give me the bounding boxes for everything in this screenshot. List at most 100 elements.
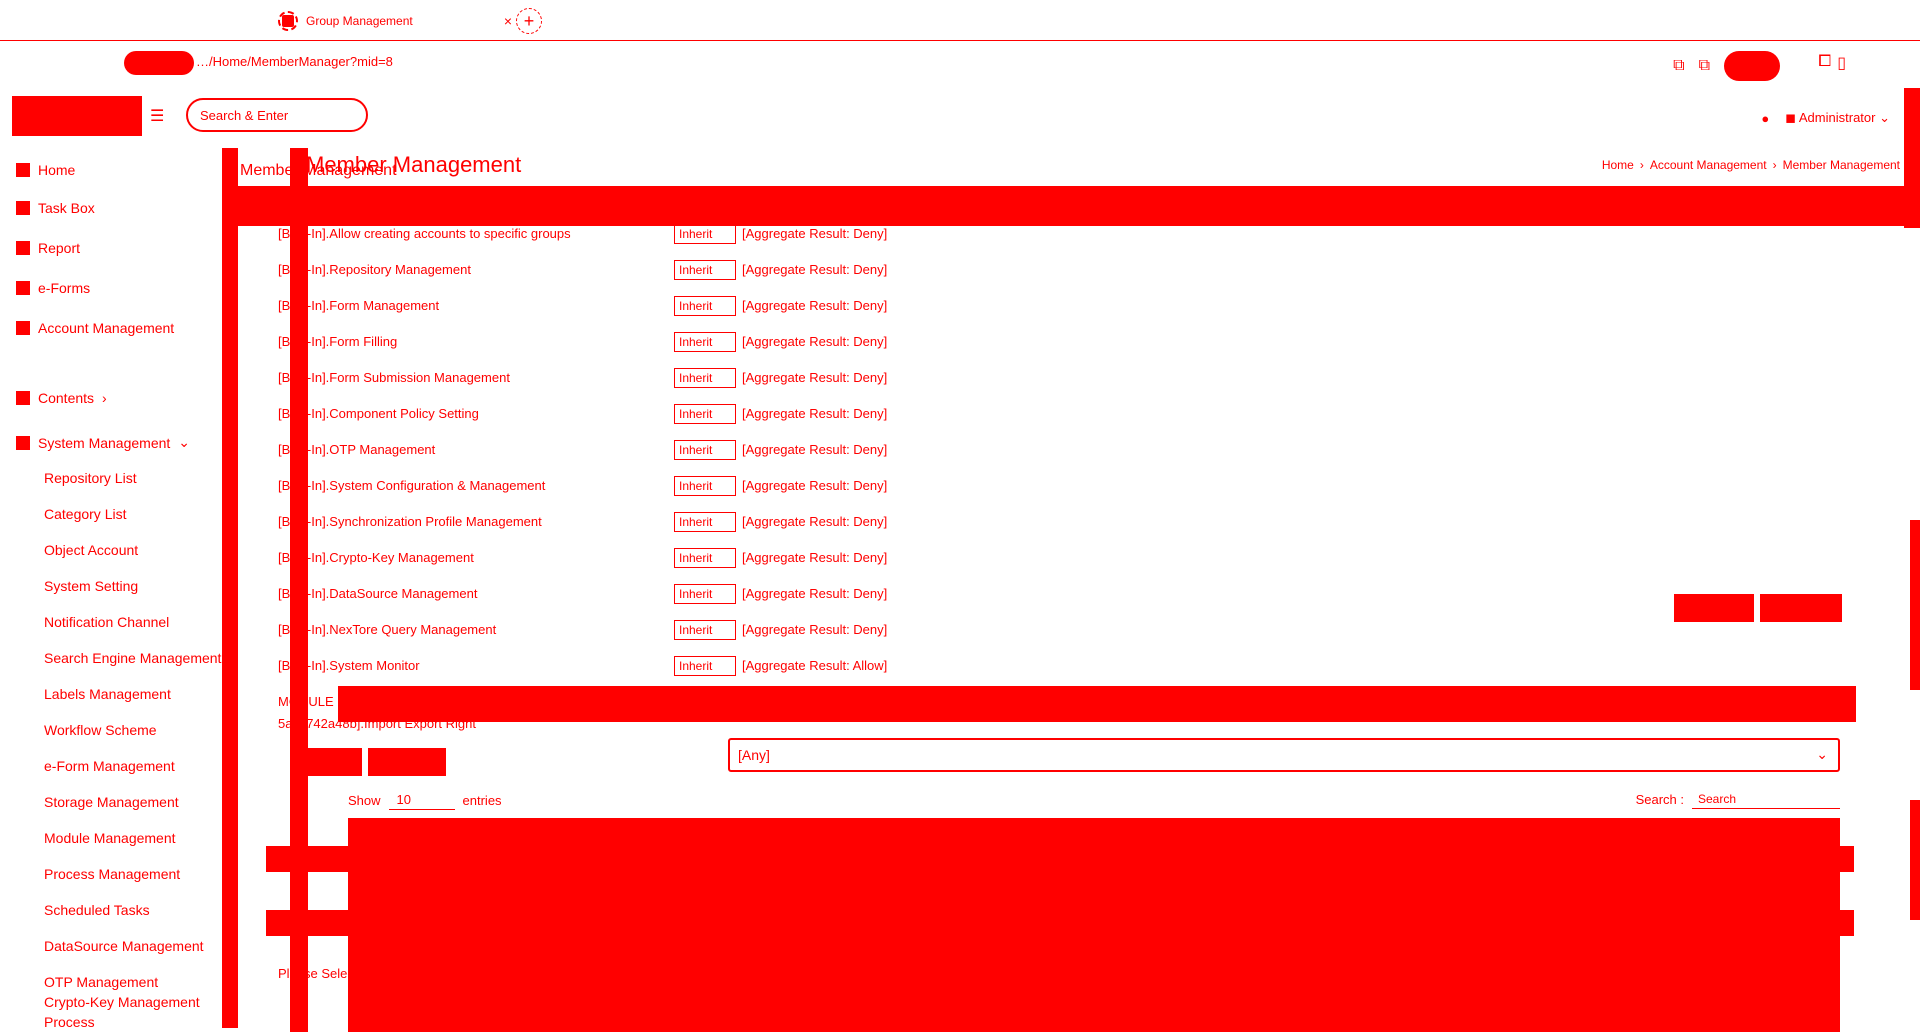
- notification-icon[interactable]: ●: [1761, 111, 1769, 126]
- sidebar-item-label: Labels Management: [44, 686, 171, 702]
- sidebar-item-scheduled-tasks[interactable]: Scheduled Tasks: [44, 902, 150, 918]
- breadcrumb-home[interactable]: Home: [1602, 158, 1634, 172]
- cancel-button[interactable]: [1760, 594, 1842, 622]
- report-icon: [16, 241, 30, 255]
- permission-name: [Built-In].DataSource Management: [278, 586, 478, 601]
- permission-result: [Aggregate Result: Deny]: [742, 334, 888, 349]
- sidebar-item-object-account[interactable]: Object Account: [44, 542, 138, 558]
- table-search-input[interactable]: Search: [1692, 790, 1840, 809]
- table-row[interactable]: [266, 910, 1854, 936]
- sidebar-item-label: DataSource Management: [44, 938, 204, 954]
- table-search: Search : Search: [1636, 790, 1840, 809]
- sidebar-item-label: Repository List: [44, 470, 137, 486]
- menu-icon[interactable]: ▯: [1837, 53, 1846, 73]
- sidebar-item-eforms[interactable]: e-Forms: [16, 280, 90, 296]
- filter-select[interactable]: [Any] ⌄: [728, 738, 1840, 772]
- permission-name: [Built-In].Crypto-Key Management: [278, 550, 474, 565]
- entries-label: entries: [462, 792, 502, 808]
- permission-result: [Aggregate Result: Deny]: [742, 226, 888, 241]
- permission-name: [Built-In].Form Filling: [278, 334, 398, 349]
- permission-result: [Aggregate Result: Deny]: [742, 370, 888, 385]
- permission-select[interactable]: Inherit: [674, 404, 736, 424]
- restore-icon[interactable]: ⧠: [1818, 53, 1831, 73]
- sidebar-item-label: Home: [38, 162, 76, 178]
- sidebar-item-home[interactable]: Home: [16, 162, 75, 178]
- table-length-control: Show 10 entries: [348, 790, 502, 810]
- header-right: ● ◼ Administrator ⌄: [1761, 110, 1890, 126]
- permission-select[interactable]: Inherit: [674, 476, 736, 496]
- sidebar-item-label: Object Account: [44, 542, 139, 558]
- scrollbar-right-lower[interactable]: [1910, 800, 1920, 920]
- user-menu[interactable]: ◼ Administrator ⌄: [1785, 110, 1890, 126]
- global-search-input[interactable]: Search & Enter: [186, 98, 368, 132]
- new-tab-button[interactable]: +: [516, 8, 542, 34]
- sidebar-item-contents[interactable]: Contents ›: [16, 390, 107, 406]
- permission-select[interactable]: Inherit: [674, 332, 736, 352]
- sidebar-item-otp[interactable]: OTP Management: [44, 974, 158, 990]
- sidebar-item-label: Task Box: [38, 200, 95, 216]
- sidebar-item-label: Report: [38, 240, 81, 256]
- url-security-pill[interactable]: [124, 51, 194, 75]
- sidebar-item-label: OTP Management: [44, 974, 159, 990]
- permission-select[interactable]: Inherit: [674, 512, 736, 532]
- sidebar-item-datasource[interactable]: DataSource Management: [44, 938, 204, 954]
- sidebar-item-crypto-key[interactable]: Crypto-Key Management: [44, 994, 200, 1010]
- sidebar-item-repository-list[interactable]: Repository List: [44, 470, 137, 486]
- remove-button[interactable]: [368, 748, 446, 776]
- tab-title: Group Management: [306, 14, 413, 28]
- sidebar-item-process[interactable]: Process Management: [44, 866, 180, 882]
- breadcrumb-current: Member Management: [1782, 158, 1900, 172]
- permission-select[interactable]: Inherit: [674, 548, 736, 568]
- sidebar-item-report[interactable]: Report: [16, 240, 80, 256]
- permission-select[interactable]: Inherit: [674, 368, 736, 388]
- permission-name: [Built-In].Component Policy Setting: [278, 406, 479, 421]
- right-edge-stripe: [1904, 88, 1920, 228]
- sidebar-item-storage[interactable]: Storage Management: [44, 794, 179, 810]
- sidebar-item-notification-channel[interactable]: Notification Channel: [44, 614, 169, 630]
- permission-select[interactable]: Inherit: [674, 584, 736, 604]
- sidebar-item-search-engine[interactable]: Search Engine Management: [44, 650, 221, 666]
- sidebar-item-taskbox[interactable]: Task Box: [16, 200, 95, 216]
- permission-result: [Aggregate Result: Allow]: [742, 658, 888, 673]
- sidebar-item-process-2[interactable]: Process: [44, 1014, 95, 1030]
- permission-select[interactable]: Inherit: [674, 296, 736, 316]
- app-logo[interactable]: [12, 96, 142, 136]
- permission-select[interactable]: Inherit: [674, 260, 736, 280]
- extension-icon[interactable]: ⧉: [1699, 57, 1710, 75]
- module-band: [338, 686, 1856, 722]
- sidebar-item-label: Workflow Scheme: [44, 722, 157, 738]
- sidebar-item-account-management[interactable]: Account Management: [16, 320, 174, 336]
- add-button[interactable]: [290, 748, 362, 776]
- tab-close-icon[interactable]: ×: [504, 13, 512, 29]
- translate-icon[interactable]: ⧉: [1673, 57, 1684, 75]
- scrollbar-right[interactable]: [1910, 520, 1920, 690]
- table-row[interactable]: [266, 846, 1854, 872]
- sidebar-item-system-setting[interactable]: System Setting: [44, 578, 138, 594]
- url-text[interactable]: …/Home/MemberManager?mid=8: [196, 54, 393, 69]
- permission-name: [Built-In].System Configuration & Manage…: [278, 478, 546, 493]
- home-icon: [16, 163, 30, 177]
- breadcrumb-account[interactable]: Account Management: [1650, 158, 1767, 172]
- gear-icon: [16, 435, 30, 450]
- permission-select[interactable]: Inherit: [674, 440, 736, 460]
- breadcrumb-separator-icon: ›: [1639, 158, 1644, 172]
- permission-select[interactable]: Inherit: [674, 656, 736, 676]
- sidebar-item-system-management[interactable]: System Management ⌄: [16, 434, 190, 451]
- profile-toggle[interactable]: [1724, 51, 1780, 81]
- permission-select[interactable]: Inherit: [674, 224, 736, 244]
- sidebar-item-eform-management[interactable]: e-Form Management: [44, 758, 175, 774]
- chevron-down-icon: ⌄: [1879, 110, 1890, 125]
- sidebar-item-labels[interactable]: Labels Management: [44, 686, 171, 702]
- sidebar-item-module[interactable]: Module Management: [44, 830, 176, 846]
- browser-tab[interactable]: Group Management ×: [278, 8, 512, 34]
- sidebar-item-category-list[interactable]: Category List: [44, 506, 126, 522]
- sidebar-item-workflow-scheme[interactable]: Workflow Scheme: [44, 722, 157, 738]
- confirm-button[interactable]: [1674, 594, 1754, 622]
- hamburger-icon[interactable]: ☰: [150, 106, 164, 126]
- permission-select[interactable]: Inherit: [674, 620, 736, 640]
- please-select-label: Please Select: [278, 966, 358, 981]
- page-length-select[interactable]: 10: [388, 790, 455, 810]
- permission-name: [Built-In].Form Submission Management: [278, 370, 510, 385]
- permission-result: [Aggregate Result: Deny]: [742, 478, 888, 493]
- permission-result: [Aggregate Result: Deny]: [742, 298, 888, 313]
